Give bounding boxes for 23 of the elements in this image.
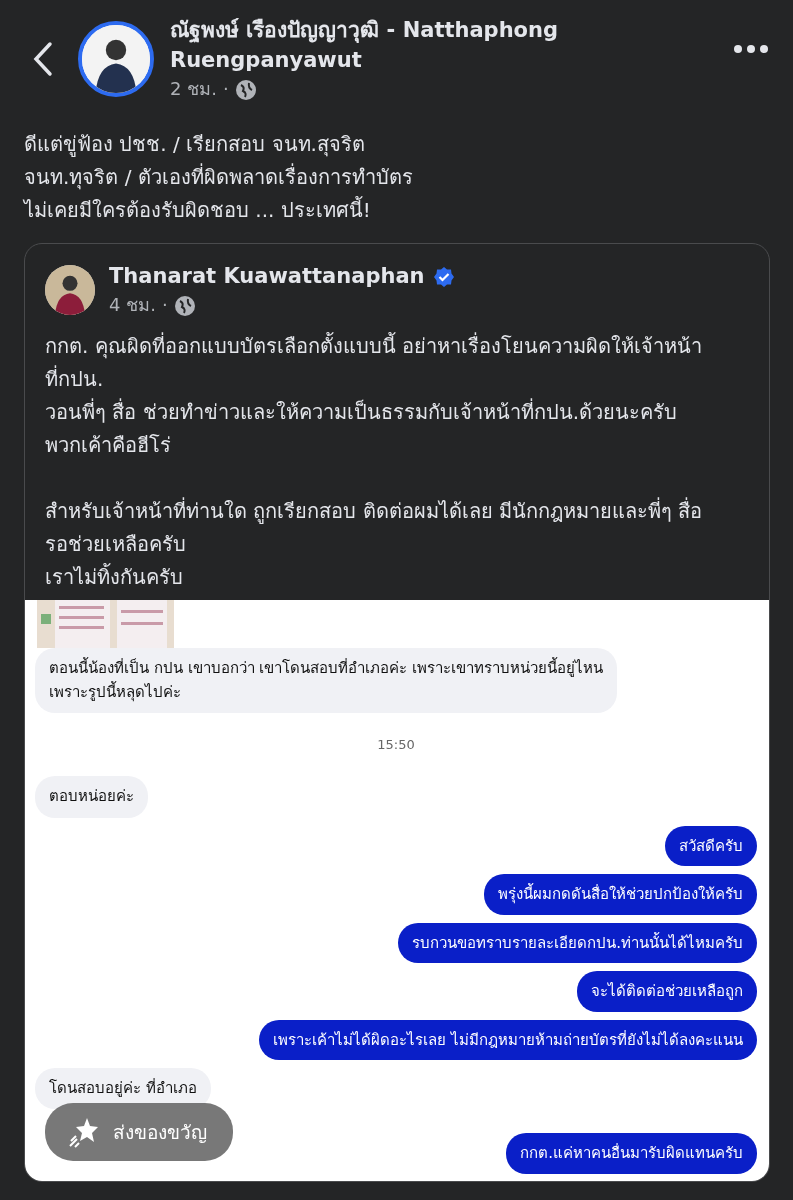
author-name[interactable]: ณัฐพงษ์ เรืองปัญญาวุฒิ - Natthaphong Ruengpanyawut <box>170 16 733 75</box>
avatar <box>45 265 95 316</box>
message-bubble: สวัสดีครับ <box>665 825 757 867</box>
post-text: ดีแต่ขู่ฟ้อง ปชช. / เรียกสอบ จนท.สุจริต จนท.ทุจริต / ตัวเองที่ผิดพลาดเรื่องการทำบัตร ไม่เคยมีใครต้องรับผิดชอบ ... ประเทศนี้! <box>24 131 414 224</box>
message-bubble: ตอบหน่อยค่ะ <box>35 776 148 818</box>
post-paragraph: กกต. คุณผิดที่ออกแบบบัตรเลือกตั้งแบบนี้ อย่าหาเรื่องโยนความผิดให้เจ้าหน้าที่กปน. <box>45 331 704 394</box>
message-bubble: กกต.แค่หาคนอื่นมารับผิดแทนครับ <box>506 1133 757 1174</box>
back-icon[interactable] <box>32 41 54 77</box>
post-time: 4 ชม. <box>109 293 156 318</box>
timestamp: 15:50 <box>377 735 415 754</box>
gift-button[interactable]: ส่งของขวัญ <box>45 1103 233 1161</box>
separator-dot: · <box>161 293 168 318</box>
message-bubble: รบกวนขอทราบรายละเอียดกปน.ท่านนั้นได้ไหมครับ <box>398 922 757 964</box>
message-bubble: ตอนนี้น้องที่เป็น กปน เขาบอกว่า เขาโดนสอบที่อำเภอค่ะ เพราะเขาทราบหน่วยนี้อยู่ไหน เพราะรูปนี้หลุดไปค่ะ <box>35 648 618 713</box>
message-bubble: เพราะเค้าไม่ได้ผิดอะไรเลย ไม่มีกฎหมายห้ามถ่ายบัตรที่ยังไม่ได้ลงคะแนน <box>259 1019 757 1061</box>
post-paragraph: สำหรับเจ้าหน้าที่ท่านใด ถูกเรียกสอบ ติดต่อผมได้เลย มีนักกฎหมายและพี่ๆ สื่อรอช่วยเหลือครับ <box>45 496 704 559</box>
post-paragraph: วอนพี่ๆ สื่อ ช่วยทำข่าวและให้ความเป็นธรรมกับเจ้าหน้าที่กปน.ด้วยนะครับ พวกเค้าคือฮีโร่ <box>45 397 679 460</box>
message-bubble: พรุ่งนี้ผมกดดันสื่อให้ช่วยปกป้องให้ครับ <box>484 874 757 915</box>
author-name[interactable]: Thanarat Kuawattanaphan <box>109 262 425 292</box>
post-time: 2 ชม. <box>170 76 217 101</box>
post-paragraph: เราไม่ทิ้งกันครับ <box>45 562 184 592</box>
message-bubble: จะได้ติดต่อช่วยเหลือถูก <box>577 971 757 1012</box>
separator-dot: · <box>222 76 229 101</box>
